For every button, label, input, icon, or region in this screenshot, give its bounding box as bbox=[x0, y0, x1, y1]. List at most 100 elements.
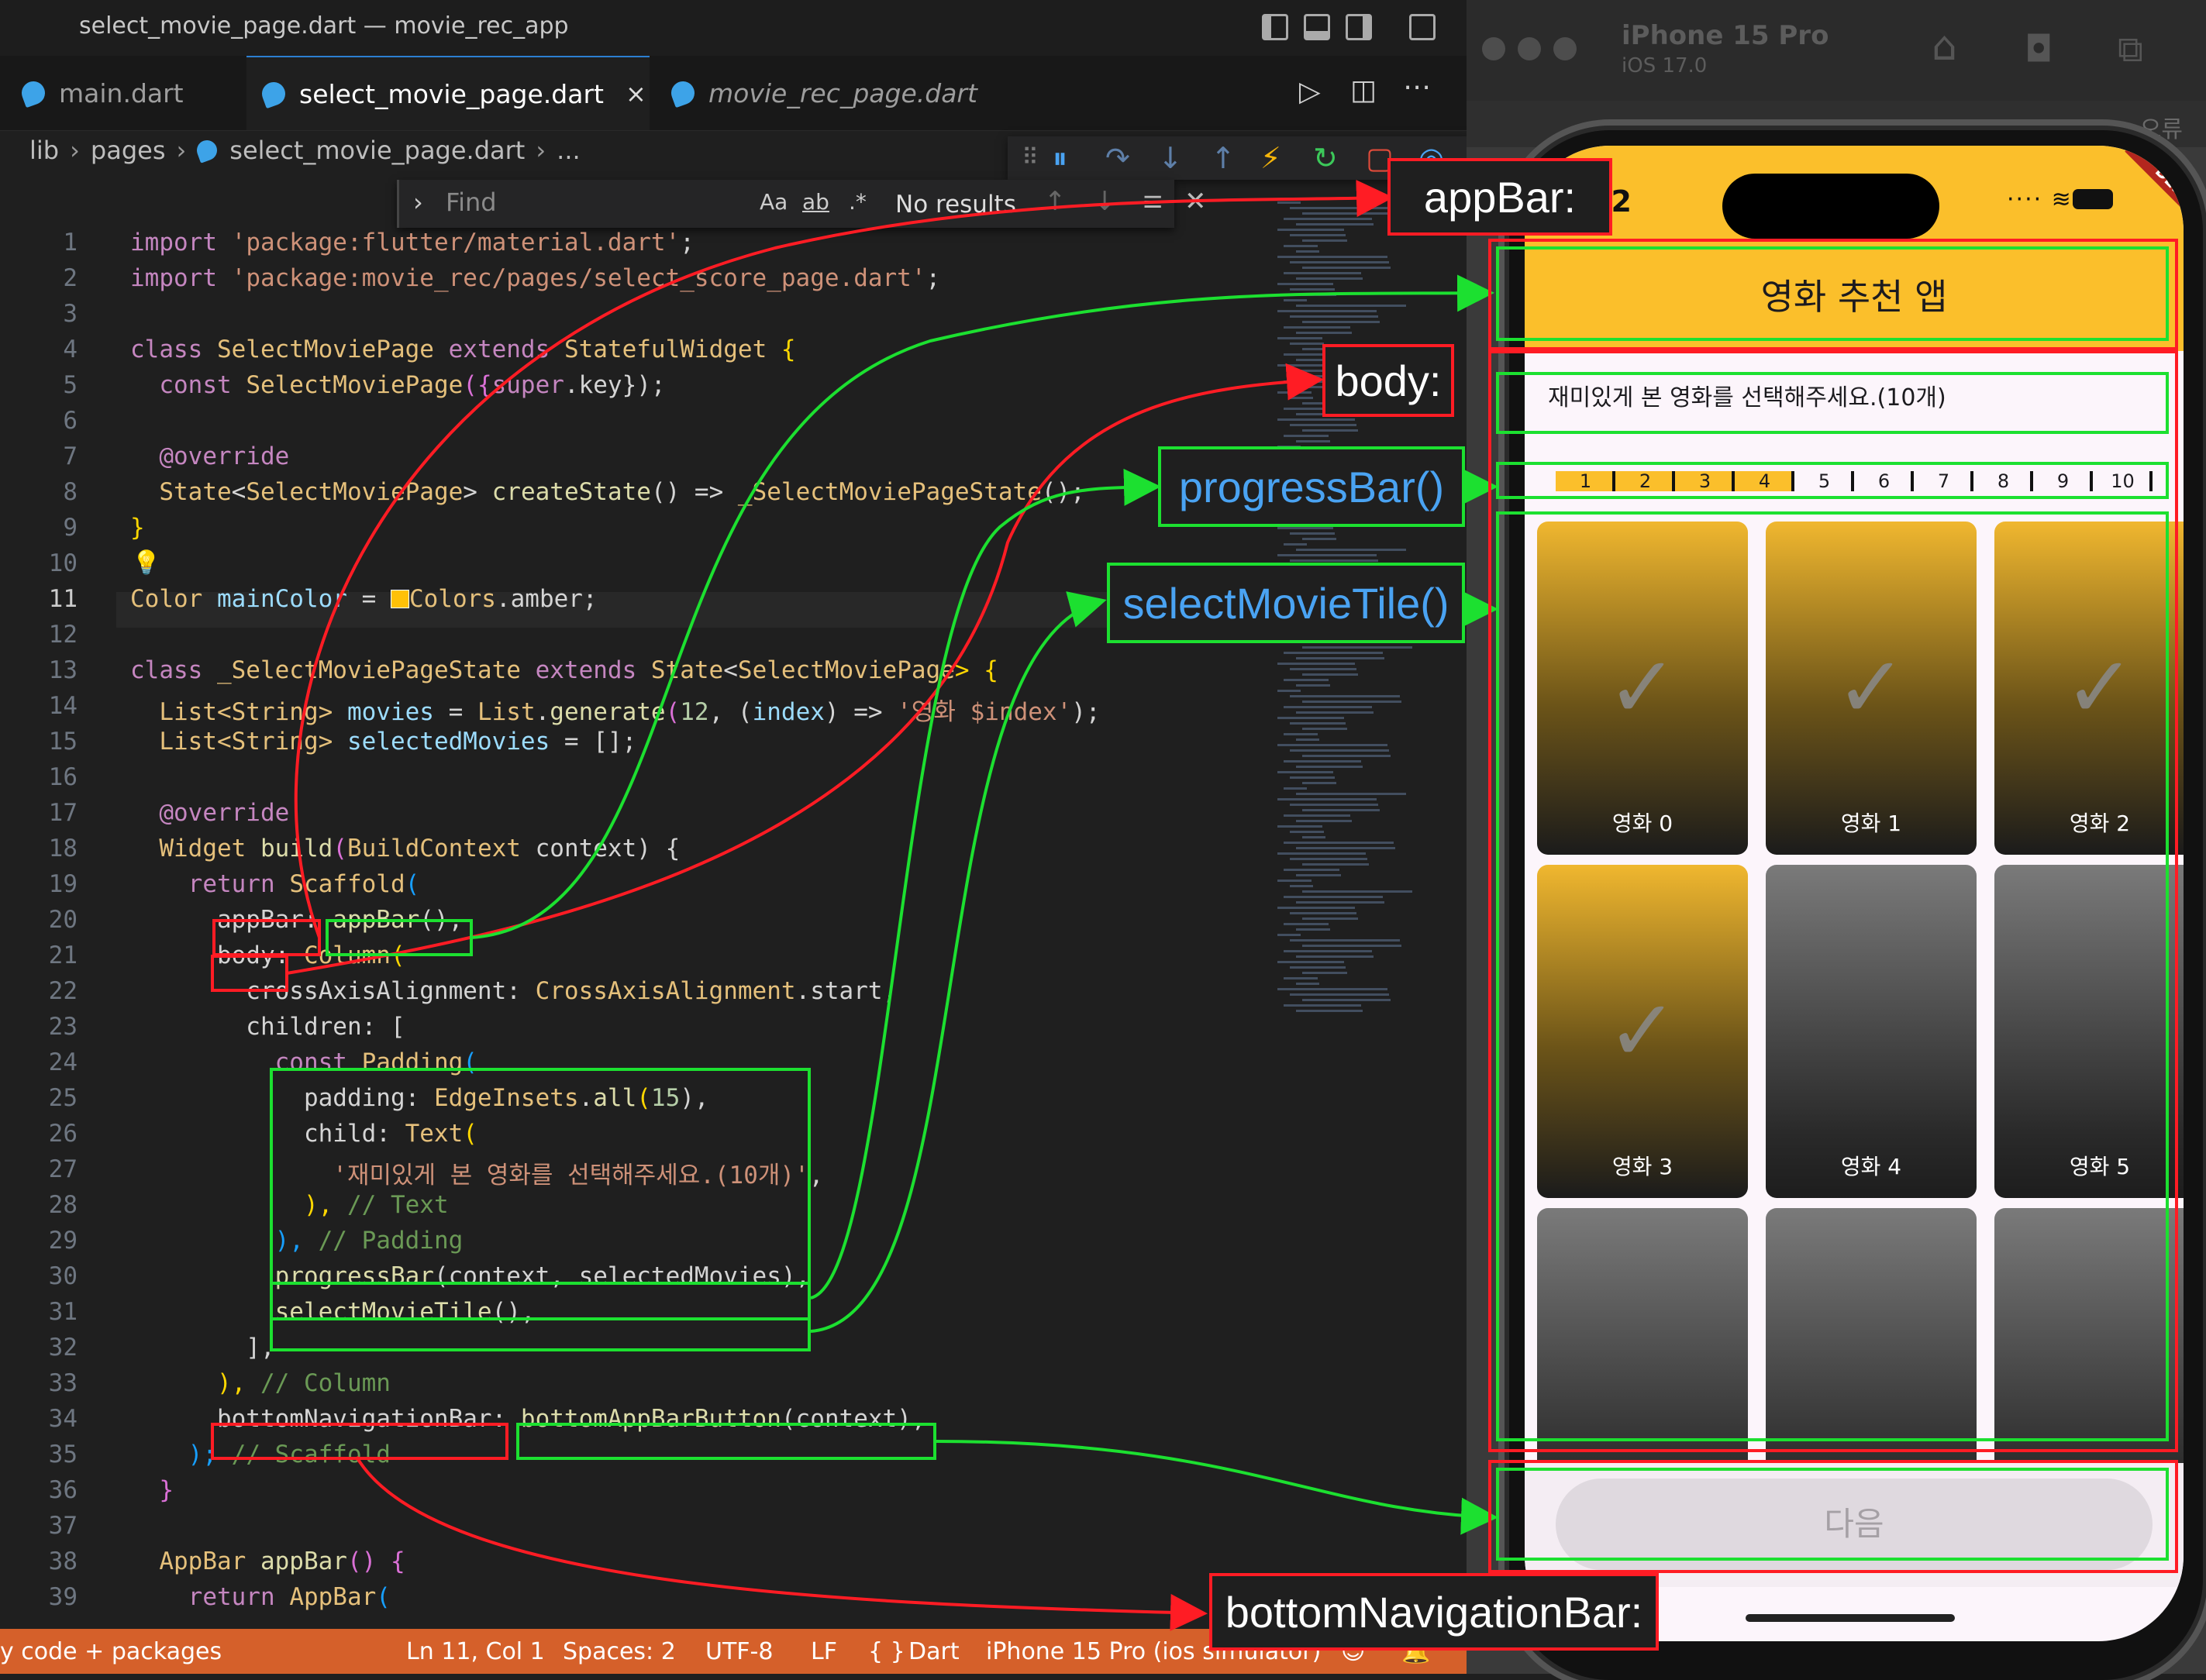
code-token: movies bbox=[346, 698, 434, 726]
find-in-selection-icon[interactable]: ≡ bbox=[1142, 186, 1164, 217]
minimap-line bbox=[1290, 776, 1335, 779]
ios-status-bar: 32 ···· ≋ DEBUG bbox=[1525, 146, 2184, 245]
hot-restart-icon[interactable]: ↻ bbox=[1313, 141, 1338, 175]
close-tab-icon[interactable]: × bbox=[626, 79, 646, 108]
toggle-replace-icon[interactable]: › bbox=[413, 188, 423, 217]
minimap-line bbox=[1284, 977, 1318, 979]
code-token: @override bbox=[130, 799, 290, 827]
minimap-line bbox=[1284, 272, 1361, 274]
code-token: Scaffold bbox=[289, 870, 405, 898]
highlight-appbar-call bbox=[326, 919, 473, 956]
tab-select-movie-page[interactable]: select_movie_page.dart × bbox=[246, 56, 650, 130]
window-close-button[interactable] bbox=[1482, 37, 1505, 60]
code-token: } bbox=[130, 1476, 174, 1504]
line-number: 20 bbox=[48, 906, 78, 934]
tab-main-dart[interactable]: main.dart bbox=[18, 56, 246, 130]
code-token: SelectMoviePage bbox=[246, 478, 464, 506]
pause-icon[interactable]: ⏸ bbox=[1053, 141, 1067, 176]
drag-handle-icon[interactable]: ⠿ bbox=[1022, 144, 1039, 171]
breadcrumb-more[interactable]: ... bbox=[557, 136, 581, 165]
minimap-line bbox=[1277, 527, 1333, 529]
chevron-right-icon: › bbox=[70, 136, 80, 165]
customize-layout-icon[interactable] bbox=[1409, 14, 1436, 40]
whole-word-toggle[interactable]: ab bbox=[802, 189, 829, 215]
status-language[interactable]: Dart bbox=[908, 1638, 960, 1665]
code-token: > { bbox=[954, 656, 998, 684]
status-scope[interactable]: y code + packages bbox=[0, 1638, 222, 1665]
minimap-line bbox=[1302, 239, 1347, 242]
rotate-icon[interactable]: ⧉ bbox=[2118, 28, 2143, 71]
home-indicator[interactable] bbox=[1746, 1614, 1955, 1622]
breadcrumb-lib[interactable]: lib bbox=[29, 136, 59, 165]
tab-movie-rec-page[interactable]: movie_rec_page.dart bbox=[667, 56, 1012, 130]
minimap-line bbox=[1296, 657, 1384, 659]
status-eol[interactable]: LF bbox=[811, 1638, 837, 1665]
minimap-line bbox=[1284, 733, 1318, 735]
more-actions-icon[interactable]: ⋯ bbox=[1403, 71, 1431, 103]
minimap-line bbox=[1302, 890, 1412, 893]
minimap-line bbox=[1302, 945, 1401, 947]
code-token: selectedMovies bbox=[346, 728, 550, 756]
minimap-line bbox=[1284, 923, 1329, 925]
code-line: 15 List<String> selectedMovies = []; bbox=[0, 728, 1271, 763]
label-selectmovietile: selectMovieTile() bbox=[1107, 563, 1465, 643]
minimap-line bbox=[1290, 424, 1356, 426]
color-swatch-icon[interactable] bbox=[390, 590, 409, 608]
breadcrumb-pages[interactable]: pages bbox=[91, 136, 166, 165]
step-out-icon[interactable]: ↑ bbox=[1211, 141, 1236, 175]
window-title: select_movie_page.dart — movie_rec_app bbox=[79, 12, 569, 40]
status-encoding[interactable]: UTF-8 bbox=[705, 1638, 773, 1665]
window-zoom-button[interactable] bbox=[1553, 37, 1577, 60]
dart-file-icon bbox=[667, 77, 698, 108]
run-icon[interactable]: ▷ bbox=[1299, 76, 1321, 108]
minimap-line bbox=[1284, 760, 1361, 763]
status-indentation[interactable]: Spaces: 2 bbox=[563, 1638, 676, 1665]
minimap-line bbox=[1290, 912, 1356, 914]
code-token: List bbox=[130, 728, 217, 756]
minimap-line bbox=[1302, 917, 1358, 920]
line-number: 18 bbox=[48, 835, 78, 862]
code-token: return bbox=[130, 870, 290, 898]
line-number: 7 bbox=[63, 442, 78, 470]
minimap-line bbox=[1290, 261, 1389, 263]
code-line: 10 💡 bbox=[0, 549, 1271, 585]
code-token: ( bbox=[376, 1583, 391, 1611]
minimap-line bbox=[1277, 201, 1301, 204]
screenshot-icon[interactable]: ◘ bbox=[2025, 28, 2053, 70]
label-appbar: appBar: bbox=[1387, 158, 1612, 236]
match-case-toggle[interactable]: Aa bbox=[760, 189, 788, 215]
hot-reload-icon[interactable]: ⚡ bbox=[1260, 141, 1281, 175]
code-token: // Column bbox=[260, 1369, 391, 1397]
code-token: BuildContext bbox=[346, 835, 521, 862]
line-number: 9 bbox=[63, 514, 78, 542]
label-body: body: bbox=[1322, 344, 1454, 417]
code-token: ], bbox=[130, 1334, 275, 1362]
toggle-sidebar-icon[interactable] bbox=[1262, 14, 1288, 40]
regex-toggle[interactable]: .* bbox=[849, 189, 867, 215]
code-token: <String> bbox=[216, 728, 347, 756]
minimap-line bbox=[1284, 245, 1318, 247]
window-minimize-button[interactable] bbox=[1518, 37, 1541, 60]
code-token: build bbox=[260, 835, 333, 862]
previous-match-icon[interactable]: ↑ bbox=[1044, 186, 1067, 217]
minimap-line bbox=[1296, 793, 1406, 795]
lightbulb-icon[interactable]: 💡 bbox=[132, 549, 160, 577]
code-area[interactable]: 1 import 'package:flutter/material.dart';… bbox=[0, 229, 1271, 1623]
minimap-line bbox=[1296, 711, 1374, 714]
code-token: extends bbox=[520, 656, 651, 684]
status-cursor-position[interactable]: Ln 11, Col 1 bbox=[406, 1638, 545, 1665]
code-token: , bbox=[808, 1162, 824, 1189]
breadcrumb-file[interactable]: select_movie_page.dart bbox=[229, 136, 525, 165]
code-token: 'package:flutter/material.dart' bbox=[231, 229, 681, 256]
toggle-secondary-sidebar-icon[interactable] bbox=[1346, 14, 1372, 40]
close-find-icon[interactable]: ✕ bbox=[1184, 186, 1207, 217]
step-over-icon[interactable]: ↷ bbox=[1105, 141, 1130, 175]
home-icon[interactable]: ⌂ bbox=[1932, 23, 1957, 70]
find-input[interactable]: Find bbox=[446, 188, 497, 217]
next-match-icon[interactable]: ↓ bbox=[1094, 186, 1116, 217]
step-into-icon[interactable]: ↓ bbox=[1158, 141, 1183, 175]
split-editor-icon[interactable]: ◫ bbox=[1350, 74, 1377, 106]
highlight-body-children bbox=[270, 1068, 811, 1351]
toggle-panel-icon[interactable] bbox=[1304, 14, 1330, 40]
